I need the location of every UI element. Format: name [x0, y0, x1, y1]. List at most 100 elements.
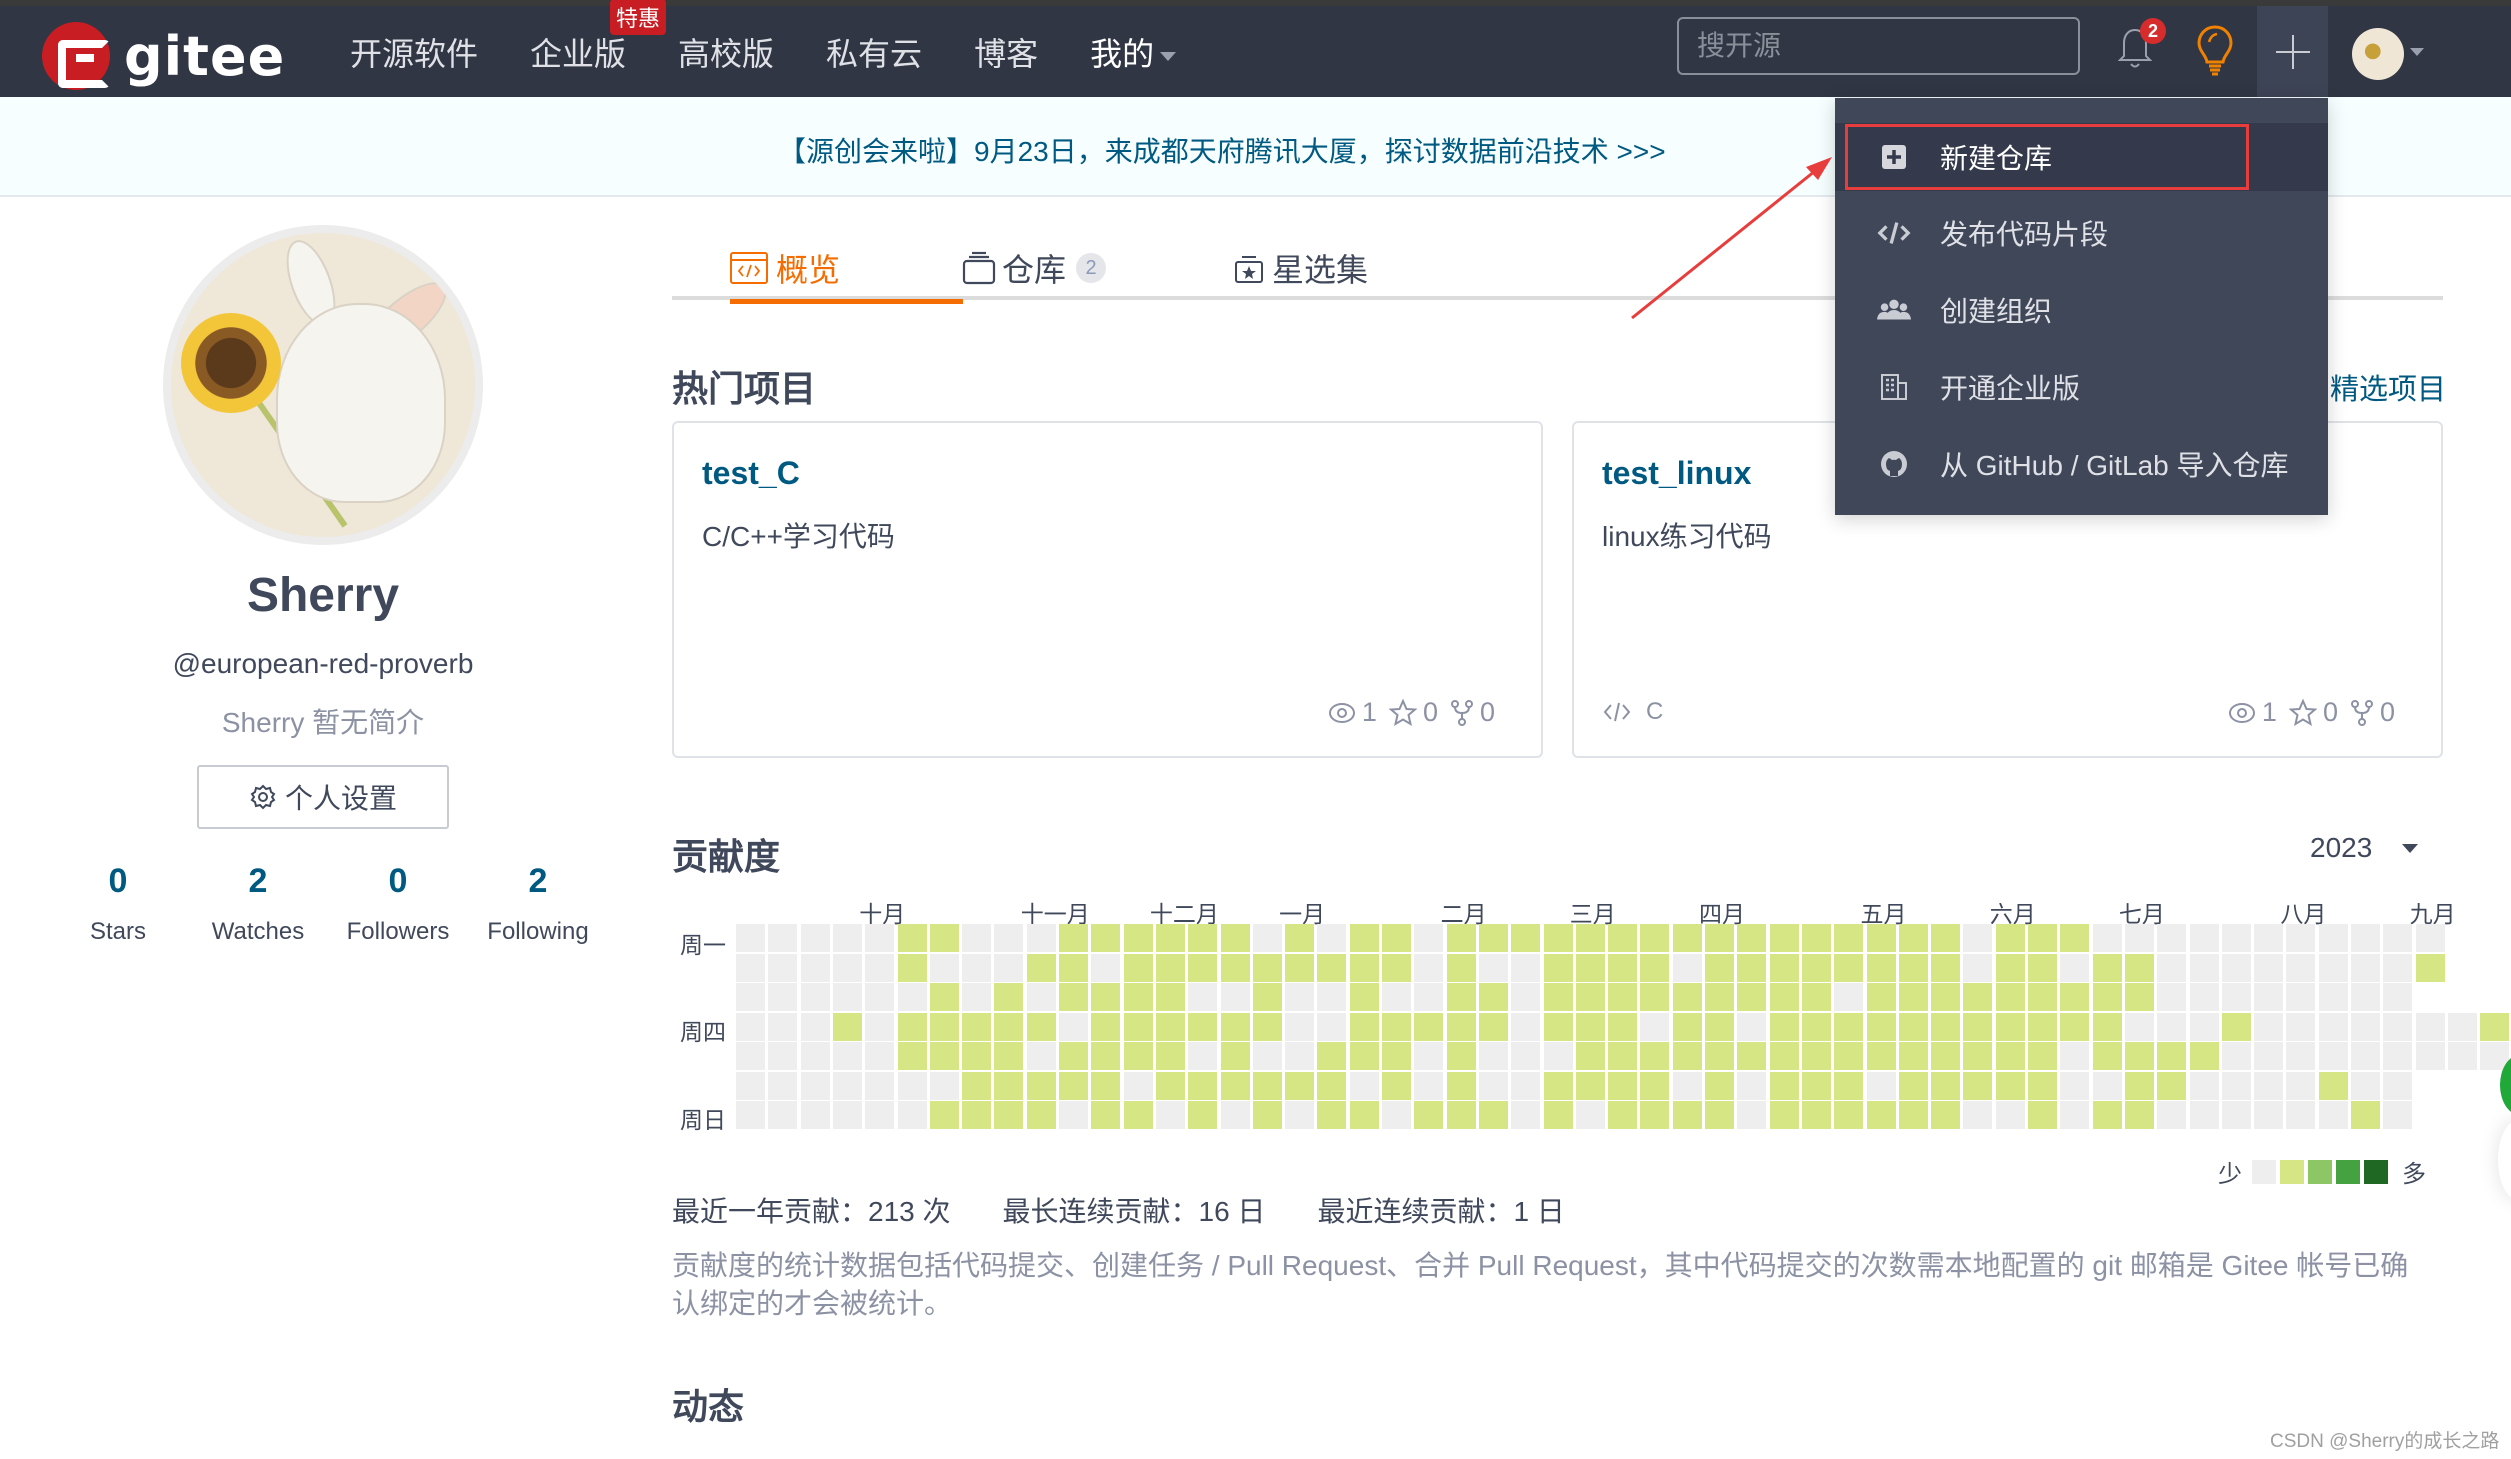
- heatmap-cell[interactable]: [1091, 1012, 1121, 1041]
- heatmap-cell[interactable]: [1866, 953, 1896, 982]
- heatmap-cell[interactable]: [1705, 953, 1734, 982]
- heatmap-cell[interactable]: [800, 953, 830, 982]
- search-input[interactable]: [1677, 17, 2080, 75]
- heatmap-cell[interactable]: [2351, 1012, 2380, 1041]
- heatmap-cell[interactable]: [865, 924, 895, 952]
- heatmap-cell[interactable]: [1511, 1012, 1541, 1041]
- heatmap-cell[interactable]: [1995, 1071, 2025, 1100]
- heatmap-cell[interactable]: [2124, 1012, 2154, 1041]
- heatmap-cell[interactable]: [1834, 924, 1864, 952]
- heatmap-cell[interactable]: [994, 1012, 1024, 1041]
- heatmap-cell[interactable]: [2286, 924, 2316, 952]
- heatmap-cell[interactable]: [1349, 1012, 1379, 1041]
- heatmap-cell[interactable]: [1091, 1071, 1121, 1100]
- heatmap-cell[interactable]: [1220, 1101, 1250, 1129]
- heatmap-cell[interactable]: [1155, 1101, 1185, 1129]
- heatmap-cell[interactable]: [1898, 1071, 1928, 1100]
- heatmap-cell[interactable]: [1705, 983, 1734, 1011]
- heatmap-cell[interactable]: [1672, 924, 1702, 952]
- heatmap-cell[interactable]: [1866, 1012, 1896, 1041]
- heatmap-cell[interactable]: [2157, 1042, 2187, 1070]
- heatmap-cell[interactable]: [2221, 1071, 2251, 1100]
- heatmap-cell[interactable]: [1446, 1071, 1476, 1100]
- heatmap-cell[interactable]: [1866, 1101, 1896, 1129]
- heatmap-cell[interactable]: [1608, 1042, 1638, 1070]
- heatmap-cell[interactable]: [1769, 924, 1799, 952]
- heatmap-cell[interactable]: [1543, 924, 1573, 952]
- heatmap-cell[interactable]: [800, 983, 830, 1011]
- heatmap-cell[interactable]: [1575, 1071, 1605, 1100]
- heatmap-cell[interactable]: [2383, 1071, 2413, 1100]
- heatmap-cell[interactable]: [2124, 953, 2154, 982]
- heatmap-cell[interactable]: [1931, 1012, 1961, 1041]
- heatmap-cell[interactable]: [2028, 1071, 2057, 1100]
- heatmap-cell[interactable]: [1737, 1042, 1767, 1070]
- heatmap-cell[interactable]: [736, 1101, 765, 1129]
- heatmap-cell[interactable]: [2189, 924, 2219, 952]
- heatmap-cell[interactable]: [1123, 924, 1153, 952]
- heatmap-cell[interactable]: [1220, 1042, 1250, 1070]
- heatmap-cell[interactable]: [1382, 1012, 1411, 1041]
- heatmap-cell[interactable]: [2254, 1101, 2284, 1129]
- heatmap-cell[interactable]: [2189, 1071, 2219, 1100]
- heatmap-cell[interactable]: [1511, 924, 1541, 952]
- heatmap-cell[interactable]: [2028, 983, 2057, 1011]
- heatmap-cell[interactable]: [832, 924, 862, 952]
- heatmap-cell[interactable]: [2060, 1071, 2090, 1100]
- heatmap-cell[interactable]: [2383, 953, 2413, 982]
- heatmap-cell[interactable]: [962, 1101, 992, 1129]
- heatmap-cell[interactable]: [865, 1042, 895, 1070]
- heatmap-cell[interactable]: [2060, 924, 2090, 952]
- heatmap-cell[interactable]: [1963, 983, 1993, 1011]
- heatmap-cell[interactable]: [2318, 1071, 2348, 1100]
- announcement-link[interactable]: 【源创会来啦】9月23日，来成都天府腾讯大厦，探讨数据前沿技术 >>>: [778, 130, 1666, 170]
- heatmap-cell[interactable]: [1123, 983, 1153, 1011]
- heatmap-cell[interactable]: [2351, 983, 2380, 1011]
- heatmap-cell[interactable]: [2124, 1071, 2154, 1100]
- heatmap-cell[interactable]: [1317, 924, 1347, 952]
- heatmap-cell[interactable]: [1995, 983, 2025, 1011]
- heatmap-cell[interactable]: [1123, 1071, 1153, 1100]
- heatmap-cell[interactable]: [768, 1101, 798, 1129]
- heatmap-cell[interactable]: [1931, 953, 1961, 982]
- heatmap-cell[interactable]: [2383, 1042, 2413, 1070]
- heatmap-cell[interactable]: [1414, 1012, 1444, 1041]
- heatmap-cell[interactable]: [1575, 1042, 1605, 1070]
- heatmap-cell[interactable]: [832, 983, 862, 1011]
- heatmap-cell[interactable]: [1414, 983, 1444, 1011]
- heatmap-cell[interactable]: [1220, 1071, 1250, 1100]
- heatmap-cell[interactable]: [1608, 1101, 1638, 1129]
- heatmap-cell[interactable]: [1155, 983, 1185, 1011]
- heatmap-cell[interactable]: [1059, 924, 1088, 952]
- heatmap-cell[interactable]: [2351, 953, 2380, 982]
- heatmap-cell[interactable]: [2286, 953, 2316, 982]
- heatmap-cell[interactable]: [1285, 1071, 1315, 1100]
- heatmap-cell[interactable]: [1769, 1071, 1799, 1100]
- menu-item-new-repository[interactable]: 新建仓库: [1835, 123, 2328, 191]
- heatmap-cell[interactable]: [1672, 953, 1702, 982]
- heatmap-cell[interactable]: [1285, 1042, 1315, 1070]
- heatmap-cell[interactable]: [2286, 1042, 2316, 1070]
- heatmap-cell[interactable]: [1543, 1101, 1573, 1129]
- heatmap-cell[interactable]: [1414, 1071, 1444, 1100]
- heatmap-cell[interactable]: [2028, 1042, 2057, 1070]
- heatmap-cell[interactable]: [2157, 1012, 2187, 1041]
- heatmap-cell[interactable]: [1155, 953, 1185, 982]
- heatmap-cell[interactable]: [1575, 953, 1605, 982]
- heatmap-cell[interactable]: [2157, 983, 2187, 1011]
- nav-item-education[interactable]: 高校版: [678, 29, 774, 75]
- heatmap-cell[interactable]: [800, 1071, 830, 1100]
- heatmap-cell[interactable]: [1543, 983, 1573, 1011]
- heatmap-cell[interactable]: [800, 924, 830, 952]
- heatmap-cell[interactable]: [2447, 1042, 2477, 1070]
- heatmap-cell[interactable]: [2286, 983, 2316, 1011]
- heatmap-cell[interactable]: [994, 924, 1024, 952]
- heatmap-cell[interactable]: [2254, 1071, 2284, 1100]
- heatmap-cell[interactable]: [1414, 953, 1444, 982]
- heatmap-cell[interactable]: [1349, 953, 1379, 982]
- heatmap-cell[interactable]: [1672, 1101, 1702, 1129]
- heatmap-cell[interactable]: [1834, 1012, 1864, 1041]
- heatmap-cell[interactable]: [2318, 983, 2348, 1011]
- heatmap-cell[interactable]: [1382, 924, 1411, 952]
- heatmap-cell[interactable]: [2318, 1012, 2348, 1041]
